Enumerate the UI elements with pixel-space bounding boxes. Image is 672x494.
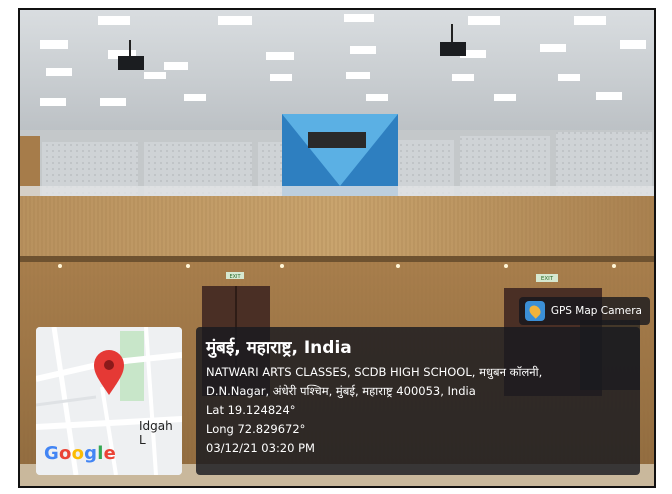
map-thumbnail: Idgah L Google	[36, 327, 182, 475]
gps-map-camera-icon	[524, 301, 545, 321]
exit-text-left: EXIT	[229, 274, 241, 280]
exit-sign-right: EXIT	[536, 274, 558, 282]
location-info-panel: मुंबई, महाराष्ट्र, India NATWARI ARTS CL…	[196, 327, 640, 475]
address-line-2: D.N.Nagar, अंधेरी पश्चिम, मुंबई, महाराष्…	[206, 384, 476, 398]
exit-text-right: EXIT	[541, 276, 554, 282]
screenshot-frame: EXIT EXIT GPS Map Camera Idgah L Google …	[0, 0, 672, 494]
longitude: Long 72.829672°	[206, 422, 306, 436]
app-badge: GPS Map Camera	[518, 297, 650, 325]
address-line-1: NATWARI ARTS CLASSES, SCDB HIGH SCHOOL, …	[206, 365, 543, 379]
google-logo: Google	[44, 443, 117, 464]
latitude: Lat 19.124824°	[206, 403, 296, 417]
map-road-label: Idgah L	[139, 419, 173, 447]
exit-sign-left: EXIT	[226, 272, 244, 280]
app-name: GPS Map Camera	[550, 305, 642, 317]
location-title: मुंबई, महाराष्ट्र, India	[206, 338, 352, 358]
timestamp: 03/12/21 03:20 PM	[206, 441, 315, 455]
projection-booth	[282, 114, 398, 198]
